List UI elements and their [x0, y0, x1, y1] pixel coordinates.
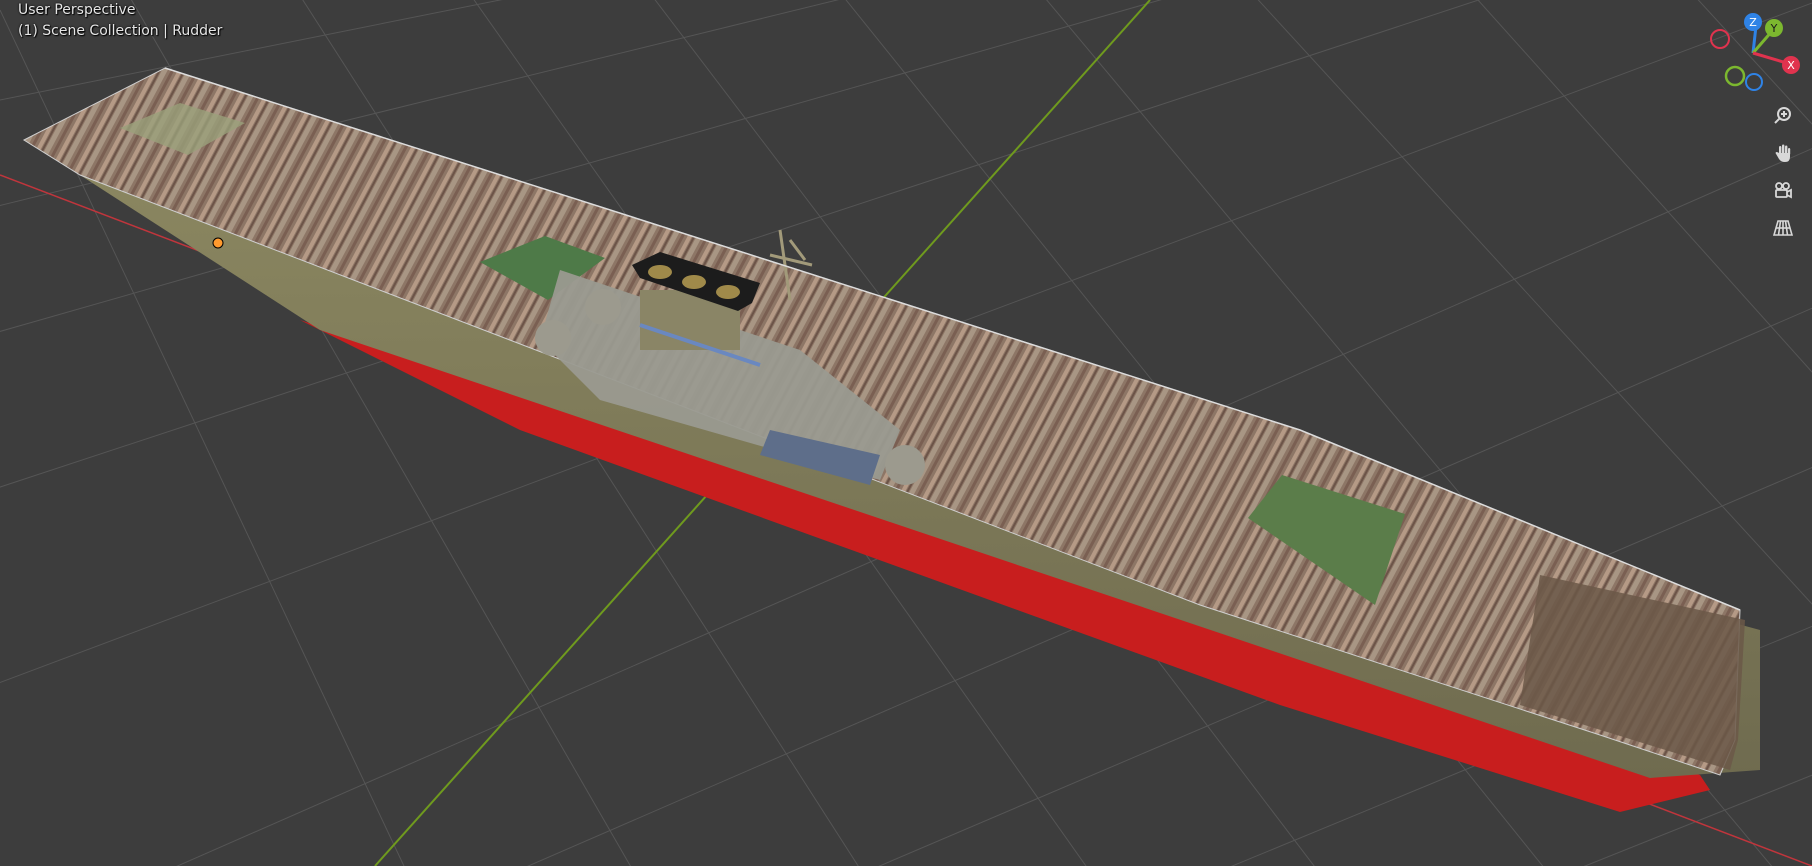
svg-text:X: X	[1787, 59, 1795, 72]
zoom-icon[interactable]	[1773, 106, 1803, 136]
view-perspective-label: User Perspective	[18, 2, 136, 18]
svg-text:Z: Z	[1749, 16, 1757, 29]
axis-y-handle[interactable]: Y	[1765, 19, 1783, 37]
funnel-3	[716, 285, 740, 299]
3d-viewport[interactable]: User Perspective (1) Scene Collection | …	[0, 0, 1812, 866]
gun-tub-3	[885, 445, 925, 485]
perspective-grid-icon[interactable]	[1773, 218, 1803, 248]
axis-neg-z-handle[interactable]	[1745, 73, 1763, 91]
carrier-model[interactable]	[22, 67, 1760, 812]
axis-neg-y-handle[interactable]	[1724, 65, 1746, 87]
axis-z-handle[interactable]: Z	[1744, 13, 1762, 31]
viewport-scene[interactable]	[0, 0, 1812, 866]
gun-tub-2	[585, 289, 621, 325]
camera-view-icon[interactable]	[1773, 181, 1803, 211]
object-origin-dot[interactable]	[212, 237, 224, 249]
gun-tub-1	[535, 320, 571, 356]
axis-neg-x-handle[interactable]	[1710, 29, 1730, 49]
axis-x-handle[interactable]: X	[1782, 56, 1800, 74]
navigation-gizmo[interactable]: Z Y X	[1680, 8, 1810, 98]
svg-text:Y: Y	[1770, 22, 1778, 35]
hand-pan-icon[interactable]	[1773, 143, 1803, 173]
funnel-2	[682, 275, 706, 289]
scene-collection-label: (1) Scene Collection | Rudder	[18, 23, 223, 39]
funnel-1	[648, 265, 672, 279]
